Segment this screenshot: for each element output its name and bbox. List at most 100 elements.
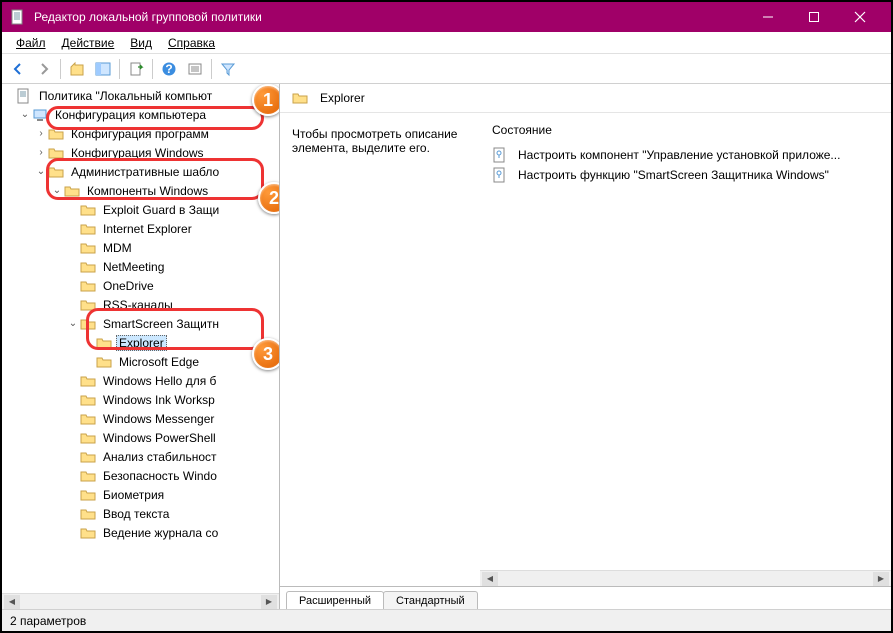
- app-icon: [10, 9, 26, 25]
- toolbar-separator: [152, 59, 153, 79]
- folder-icon: [96, 335, 112, 351]
- titlebar: Редактор локальной групповой политики: [2, 2, 891, 32]
- list-scroll-horizontal[interactable]: ◀▶: [480, 570, 891, 586]
- tree-label: Конфигурация программ: [68, 126, 212, 142]
- expand-icon[interactable]: ›: [34, 147, 48, 158]
- minimize-button[interactable]: [745, 2, 791, 32]
- tree-item[interactable]: NetMeeting: [2, 257, 279, 276]
- toolbar: ?: [2, 54, 891, 84]
- folder-icon: [80, 259, 96, 275]
- tree-label: MDM: [100, 240, 135, 256]
- tree-label: RSS-каналы: [100, 297, 176, 313]
- menubar: Файл Действие Вид Справка: [2, 32, 891, 54]
- expand-icon[interactable]: ⌄: [66, 318, 80, 329]
- tree-label: Internet Explorer: [100, 221, 195, 237]
- show-tree-button[interactable]: [91, 57, 115, 81]
- tree-admin-templates[interactable]: ⌄ Административные шабло: [2, 162, 279, 181]
- tree-item[interactable]: MDM: [2, 238, 279, 257]
- tree-windows-config[interactable]: ›Конфигурация Windows: [2, 143, 279, 162]
- tree-item[interactable]: Windows Messenger: [2, 409, 279, 428]
- svg-text:?: ?: [165, 62, 172, 76]
- tree-windows-components[interactable]: ⌄ Компоненты Windows: [2, 181, 279, 200]
- tree-item[interactable]: Windows PowerShell: [2, 428, 279, 447]
- setting-icon: [492, 147, 508, 163]
- folder-icon: [80, 202, 96, 218]
- tab-extended[interactable]: Расширенный: [286, 591, 384, 609]
- setting-row[interactable]: Настроить компонент "Управление установк…: [492, 145, 879, 165]
- tree-label: SmartScreen Защитн: [100, 316, 222, 332]
- folder-icon: [48, 145, 64, 161]
- tree-label: Конфигурация компьютера: [52, 107, 209, 123]
- tree-item[interactable]: Windows Ink Worksp: [2, 390, 279, 409]
- filter-button[interactable]: [216, 57, 240, 81]
- description-text: Чтобы просмотреть описание элемента, выд…: [292, 127, 468, 155]
- folder-icon: [80, 316, 96, 332]
- tree-label: Windows Messenger: [100, 411, 217, 427]
- details-pane: Explorer Чтобы просмотреть описание элем…: [280, 84, 891, 609]
- description-column: Чтобы просмотреть описание элемента, выд…: [280, 113, 480, 586]
- tree-item[interactable]: Windows Hello для б: [2, 371, 279, 390]
- tree-item[interactable]: Exploit Guard в Защи: [2, 200, 279, 219]
- column-header-state[interactable]: Состояние: [492, 123, 879, 137]
- tree-scroll-horizontal[interactable]: ◀▶: [2, 593, 279, 609]
- forward-button[interactable]: [32, 57, 56, 81]
- menu-help[interactable]: Справка: [160, 34, 223, 52]
- folder-icon: [80, 240, 96, 256]
- export-button[interactable]: [124, 57, 148, 81]
- setting-row[interactable]: Настроить функцию "SmartScreen Защитника…: [492, 165, 879, 185]
- expand-icon[interactable]: ⌄: [50, 185, 64, 196]
- tree-edge[interactable]: Microsoft Edge: [2, 352, 279, 371]
- status-text: 2 параметров: [10, 614, 86, 628]
- tree-label: OneDrive: [100, 278, 157, 294]
- folder-icon: [16, 88, 32, 104]
- folder-icon: [80, 373, 96, 389]
- expand-icon[interactable]: ›: [34, 128, 48, 139]
- tree-label: Компоненты Windows: [84, 183, 211, 199]
- menu-view[interactable]: Вид: [122, 34, 160, 52]
- tree-smartscreen[interactable]: ⌄ SmartScreen Защитн: [2, 314, 279, 333]
- setting-label: Настроить функцию "SmartScreen Защитника…: [518, 168, 829, 182]
- tree-label: Microsoft Edge: [116, 354, 202, 370]
- statusbar: 2 параметров: [2, 609, 891, 631]
- menu-file[interactable]: Файл: [8, 34, 54, 52]
- back-button[interactable]: [6, 57, 30, 81]
- menu-action[interactable]: Действие: [54, 34, 123, 52]
- tree-item[interactable]: OneDrive: [2, 276, 279, 295]
- folder-icon: [48, 164, 64, 180]
- tree-explorer[interactable]: Explorer: [2, 333, 279, 352]
- details-title: Explorer: [320, 91, 365, 105]
- folder-icon: [292, 90, 308, 106]
- up-button[interactable]: [65, 57, 89, 81]
- tree-pane[interactable]: Политика "Локальный компьют ⌄ Конфигурация…: [2, 84, 280, 609]
- tree-label: Windows Ink Worksp: [100, 392, 218, 408]
- tree-label: Биометрия: [100, 487, 167, 503]
- properties-button[interactable]: [183, 57, 207, 81]
- tree-item[interactable]: Internet Explorer: [2, 219, 279, 238]
- window-title: Редактор локальной групповой политики: [34, 10, 745, 24]
- folder-icon: [32, 107, 48, 123]
- folder-icon: [80, 392, 96, 408]
- folder-icon: [48, 126, 64, 142]
- folder-icon: [80, 221, 96, 237]
- tree-label: Административные шабло: [68, 164, 222, 180]
- tab-standard[interactable]: Стандартный: [383, 591, 478, 609]
- folder-icon: [80, 430, 96, 446]
- tree-item[interactable]: Биометрия: [2, 485, 279, 504]
- folder-icon: [80, 449, 96, 465]
- tree-root[interactable]: Политика "Локальный компьют: [2, 86, 279, 105]
- maximize-button[interactable]: [791, 2, 837, 32]
- tree-computer-config[interactable]: ⌄ Конфигурация компьютера: [2, 105, 279, 124]
- expand-icon[interactable]: ⌄: [18, 109, 32, 120]
- tree-item[interactable]: Ведение журнала со: [2, 523, 279, 542]
- tree-label: Ввод текста: [100, 506, 172, 522]
- folder-icon: [80, 468, 96, 484]
- close-button[interactable]: [837, 2, 883, 32]
- tree-item[interactable]: RSS-каналы: [2, 295, 279, 314]
- tree-program-config[interactable]: › Конфигурация программ: [2, 124, 279, 143]
- folder-icon: [80, 278, 96, 294]
- tree-item[interactable]: Ввод текста: [2, 504, 279, 523]
- tree-item[interactable]: Безопасность Windo: [2, 466, 279, 485]
- help-button[interactable]: ?: [157, 57, 181, 81]
- tree-item[interactable]: Анализ стабильност: [2, 447, 279, 466]
- expand-icon[interactable]: ⌄: [34, 166, 48, 177]
